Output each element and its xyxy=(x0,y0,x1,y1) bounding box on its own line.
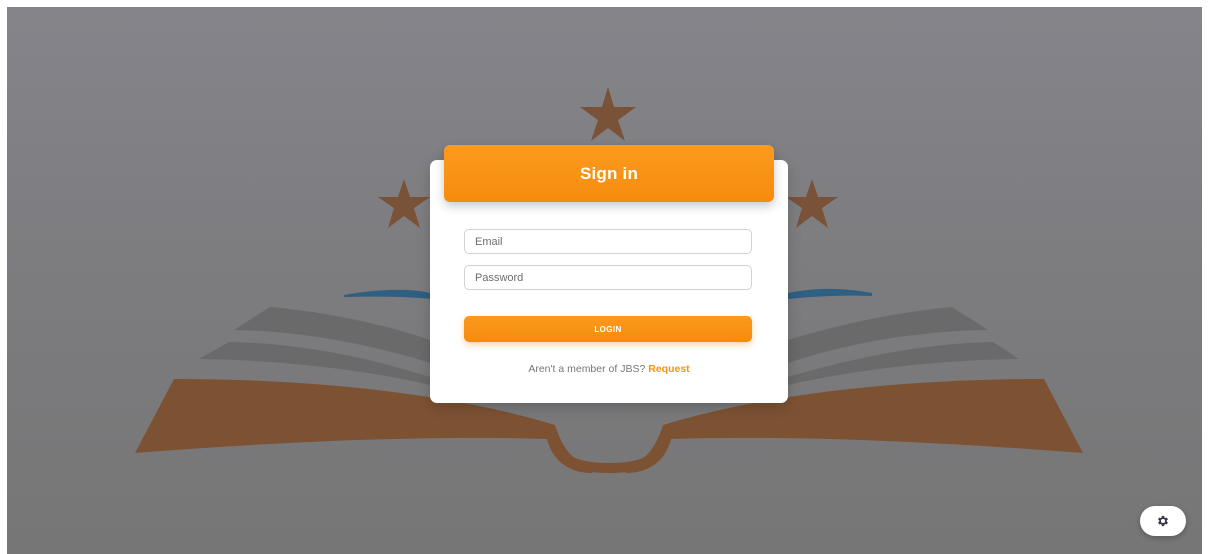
login-button[interactable]: LOGIN xyxy=(464,316,752,342)
gear-icon xyxy=(1158,515,1168,527)
password-input[interactable] xyxy=(464,265,752,290)
settings-button[interactable] xyxy=(1140,506,1186,536)
star-top-icon xyxy=(580,87,636,141)
book-spine xyxy=(547,439,671,473)
member-prompt-line: Aren't a member of JBS? Request xyxy=(430,363,788,375)
login-page: Sign in LOGIN Aren't a member of JBS? Re… xyxy=(7,7,1202,554)
request-link[interactable]: Request xyxy=(648,363,689,375)
arc-right xyxy=(788,288,872,299)
sign-in-title: Sign in xyxy=(579,163,639,183)
member-prompt-text: Aren't a member of JBS? xyxy=(528,363,646,375)
star-right-icon xyxy=(786,179,838,228)
email-input[interactable] xyxy=(464,229,752,254)
login-card-header: Sign in xyxy=(444,145,774,202)
star-left-icon xyxy=(378,179,430,228)
arc-left xyxy=(344,289,430,299)
